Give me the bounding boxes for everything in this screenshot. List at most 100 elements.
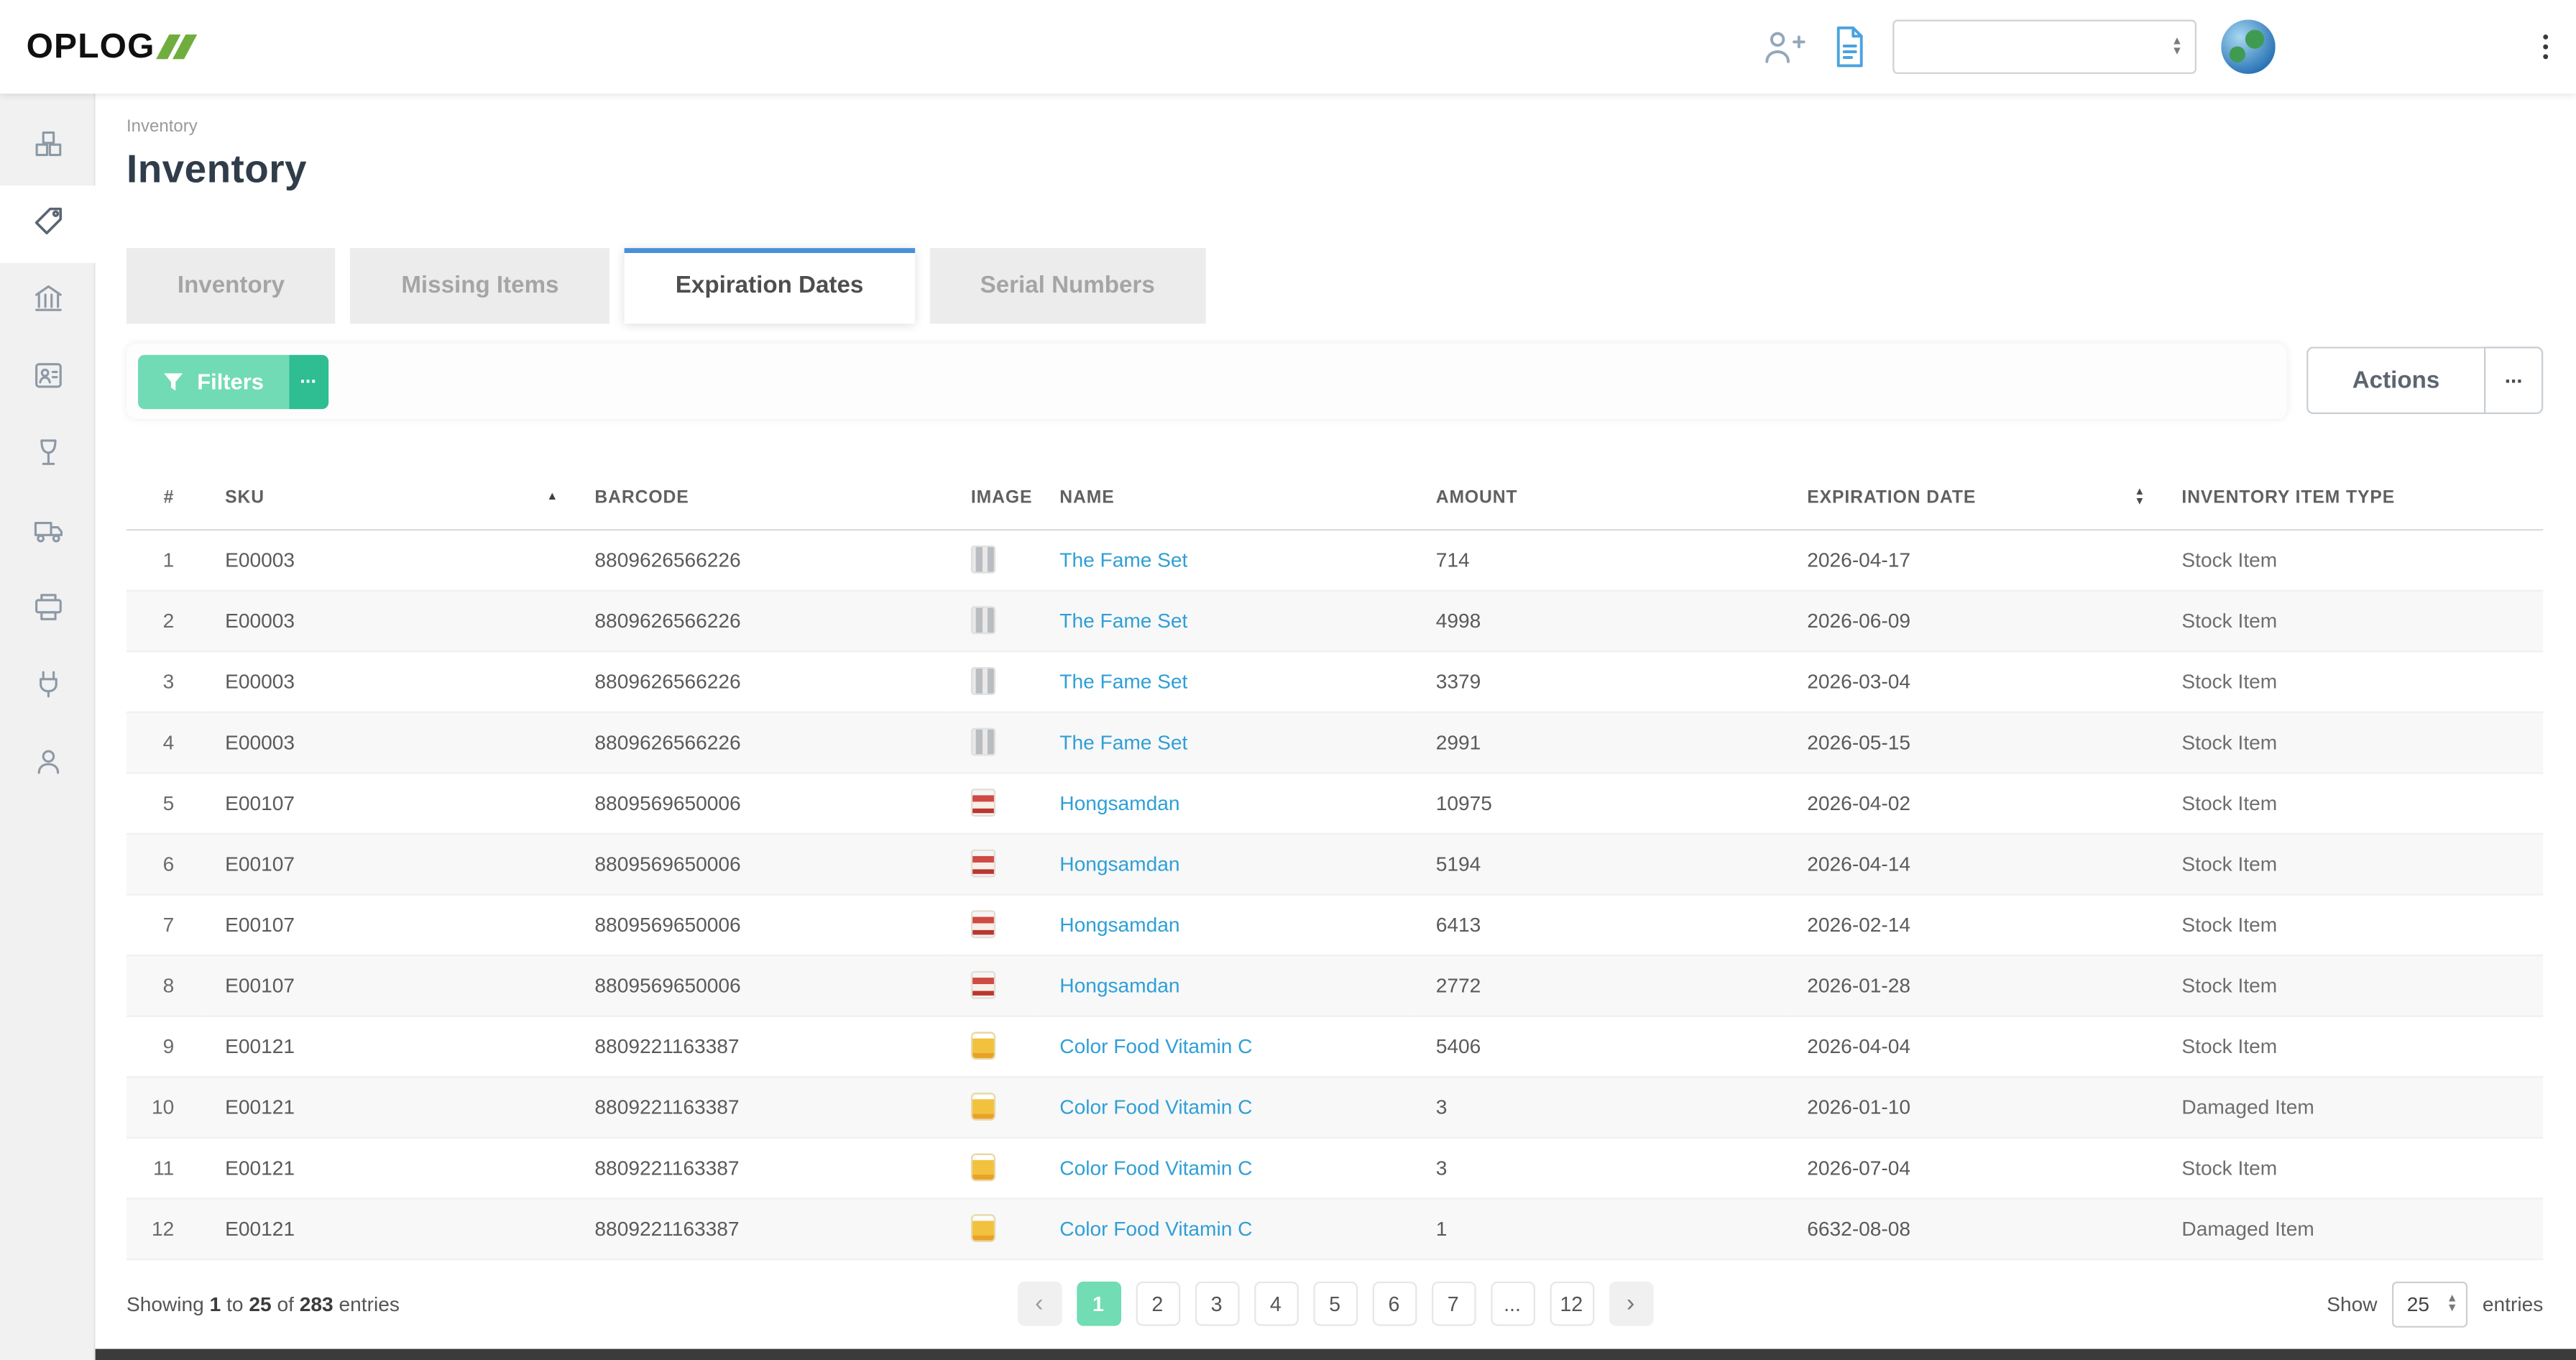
breadcrumb: Inventory bbox=[126, 116, 198, 137]
row-barcode: 8809569650006 bbox=[571, 955, 948, 1016]
product-name-link[interactable]: Color Food Vitamin C bbox=[1059, 1095, 1252, 1118]
pagination-prev-button[interactable]: ‹ bbox=[1016, 1281, 1062, 1326]
sidebar-item-contacts[interactable] bbox=[0, 340, 96, 417]
topbar-select[interactable]: ▲ ▼ bbox=[1892, 19, 2196, 74]
row-expiration-date: 2026-07-04 bbox=[1784, 1136, 2159, 1199]
pagination-page-button[interactable]: 5 bbox=[1312, 1281, 1358, 1326]
table-row: 3 E00003 8809626566226 The Fame Set 3379… bbox=[126, 651, 2544, 712]
product-name-link[interactable]: Color Food Vitamin C bbox=[1059, 1217, 1252, 1240]
pagination-page-button[interactable]: 12 bbox=[1549, 1281, 1594, 1326]
pagination-page-button[interactable]: 6 bbox=[1371, 1281, 1417, 1326]
product-name-link[interactable]: The Fame Set bbox=[1059, 609, 1187, 632]
showing-tail: entries bbox=[339, 1292, 400, 1315]
bottom-scrollbar[interactable] bbox=[95, 1348, 2576, 1360]
product-name-link[interactable]: Hongsamdan bbox=[1059, 791, 1179, 814]
table-row: 12 E00121 8809221163387 Color Food Vitam… bbox=[126, 1198, 2544, 1260]
column-header-index[interactable]: # bbox=[126, 467, 203, 530]
funnel-icon bbox=[164, 372, 183, 390]
column-header-expiration-date[interactable]: EXPIRATION DATE ▲ ▼ bbox=[1784, 467, 2159, 530]
document-icon[interactable] bbox=[1831, 24, 1867, 69]
avatar[interactable] bbox=[2220, 19, 2275, 74]
product-name-link[interactable]: Color Food Vitamin C bbox=[1059, 1034, 1252, 1057]
user-icon bbox=[30, 743, 65, 786]
row-barcode: 8809221163387 bbox=[571, 1076, 948, 1138]
row-amount: 6413 bbox=[1412, 893, 1785, 956]
sidebar-item-fragile[interactable] bbox=[0, 418, 96, 495]
filters-button[interactable]: Filters bbox=[138, 354, 289, 408]
table-row: 9 E00121 8809221163387 Color Food Vitami… bbox=[126, 1015, 2544, 1078]
row-item-type: Stock Item bbox=[2158, 1015, 2544, 1078]
pagination-page-button[interactable]: 1 bbox=[1076, 1281, 1121, 1326]
tab-label: Serial Numbers bbox=[980, 272, 1155, 300]
column-header-image[interactable]: IMAGE bbox=[947, 467, 1037, 530]
row-sku: E00121 bbox=[202, 1015, 572, 1078]
product-name-link[interactable]: Hongsamdan bbox=[1059, 852, 1179, 875]
product-name-link[interactable]: The Fame Set bbox=[1059, 730, 1187, 753]
row-expiration-date: 2026-02-14 bbox=[1784, 893, 2159, 956]
actions-more-button[interactable]: ... bbox=[2484, 346, 2544, 414]
sidebar-item-printing[interactable] bbox=[0, 571, 96, 648]
actions-button-group: Actions ... bbox=[2306, 346, 2544, 414]
select-stepper-icon: ▲ ▼ bbox=[2446, 1292, 2458, 1314]
column-header-item-type[interactable]: INVENTORY ITEM TYPE bbox=[2158, 467, 2544, 530]
column-header-name[interactable]: NAME bbox=[1036, 467, 1413, 530]
plug-icon bbox=[30, 666, 65, 709]
sidebar-item-warehouse[interactable] bbox=[0, 263, 96, 340]
tab[interactable]: Serial Numbers bbox=[929, 248, 1206, 324]
pagination-page-button[interactable]: ... bbox=[1490, 1281, 1535, 1326]
pagination-next-button[interactable]: › bbox=[1608, 1281, 1653, 1326]
pagination-page-button[interactable]: 4 bbox=[1254, 1281, 1298, 1326]
row-sku: E00107 bbox=[202, 832, 572, 895]
sort-icon[interactable]: ▲ ▼ bbox=[2135, 487, 2146, 506]
row-expiration-date: 2026-01-10 bbox=[1784, 1076, 2159, 1138]
row-expiration-date: 2026-04-14 bbox=[1784, 832, 2159, 895]
filters-button-group: Filters ... bbox=[138, 354, 328, 408]
pagination-page-button[interactable]: 3 bbox=[1194, 1281, 1239, 1326]
row-item-type: Stock Item bbox=[2158, 651, 2544, 712]
row-index: 5 bbox=[126, 772, 203, 835]
column-header-sku-label: SKU bbox=[225, 487, 265, 507]
actions-button[interactable]: Actions bbox=[2306, 346, 2485, 414]
product-image bbox=[970, 1093, 996, 1121]
pagination-page-button[interactable]: 2 bbox=[1135, 1281, 1180, 1326]
pagination-page-button[interactable]: 7 bbox=[1430, 1281, 1476, 1326]
column-header-sku[interactable]: SKU ▲ bbox=[202, 467, 572, 530]
sidebar-item-inventory-tags[interactable] bbox=[0, 185, 96, 263]
tab-label: Expiration Dates bbox=[675, 272, 864, 300]
table-row: 7 E00107 8809569650006 Hongsamdan 6413 2… bbox=[126, 893, 2544, 956]
tab[interactable]: Expiration Dates bbox=[624, 248, 916, 324]
row-amount: 10975 bbox=[1412, 772, 1785, 835]
product-name-link[interactable]: The Fame Set bbox=[1059, 669, 1187, 692]
row-item-type: Stock Item bbox=[2158, 772, 2544, 835]
product-name-link[interactable]: Hongsamdan bbox=[1059, 913, 1179, 936]
row-sku: E00003 bbox=[202, 651, 572, 712]
tab[interactable]: Inventory bbox=[126, 248, 336, 324]
tab[interactable]: Missing Items bbox=[350, 248, 610, 324]
sort-ascending-icon[interactable]: ▲ bbox=[546, 492, 558, 503]
row-sku: E00121 bbox=[202, 1198, 572, 1260]
oplog-logo[interactable]: OPLOG bbox=[27, 27, 197, 67]
table-row: 1 E00003 8809626566226 The Fame Set 714 … bbox=[126, 529, 2544, 591]
sidebar-item-shipping[interactable] bbox=[0, 495, 96, 571]
id-card-icon bbox=[30, 357, 65, 400]
product-image bbox=[970, 849, 996, 878]
add-user-icon[interactable] bbox=[1760, 25, 1806, 68]
product-image bbox=[970, 1153, 996, 1182]
row-barcode: 8809626566226 bbox=[571, 529, 948, 591]
product-image bbox=[970, 970, 996, 999]
toolbar: Filters ... Actions ... bbox=[126, 343, 2544, 419]
row-sku: E00003 bbox=[202, 529, 572, 591]
product-name-link[interactable]: The Fame Set bbox=[1059, 548, 1187, 571]
column-header-amount[interactable]: AMOUNT bbox=[1412, 467, 1785, 530]
product-name-link[interactable]: Color Food Vitamin C bbox=[1059, 1156, 1252, 1179]
column-header-barcode[interactable]: BARCODE bbox=[571, 467, 948, 530]
filters-more-button[interactable]: ... bbox=[288, 354, 328, 408]
page-size-select[interactable]: 25 ▲ ▼ bbox=[2392, 1280, 2468, 1327]
row-barcode: 8809569650006 bbox=[571, 772, 948, 835]
sidebar-item-integrations[interactable] bbox=[0, 649, 96, 726]
kebab-menu-icon[interactable] bbox=[2538, 29, 2553, 65]
tag-icon bbox=[30, 203, 65, 245]
product-name-link[interactable]: Hongsamdan bbox=[1059, 973, 1179, 996]
sidebar-item-packages[interactable] bbox=[0, 109, 96, 185]
sidebar-item-account[interactable] bbox=[0, 726, 96, 803]
